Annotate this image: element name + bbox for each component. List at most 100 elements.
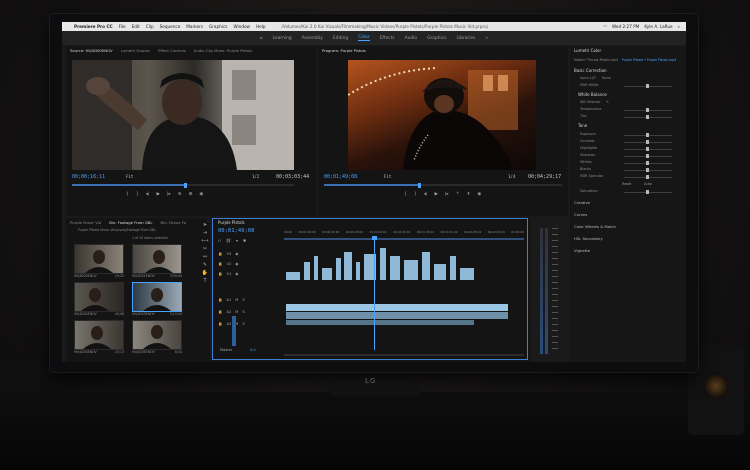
mark-out-icon[interactable]: } [136, 192, 139, 197]
eye-icon[interactable]: ◉ [235, 272, 238, 279]
audio-clip-a2[interactable] [286, 312, 508, 319]
play-icon[interactable]: ▶ [157, 192, 160, 197]
clip-thumbnail-selected[interactable] [132, 282, 182, 312]
tint-knob[interactable] [646, 115, 649, 119]
menu-sequence[interactable]: Sequence [160, 24, 181, 29]
mark-out-icon[interactable]: } [414, 192, 417, 197]
work-area-bar[interactable] [284, 238, 524, 240]
camera-icon[interactable]: ◉ [477, 192, 481, 197]
mark-in-icon[interactable]: { [404, 192, 407, 197]
timeline-playhead[interactable] [374, 238, 375, 350]
audio-clip-a3[interactable] [286, 320, 474, 325]
input-lut-select[interactable]: None [602, 76, 611, 80]
contrast-knob[interactable] [646, 140, 649, 144]
step-forward-icon[interactable]: |▸ [445, 192, 449, 197]
exposure-knob[interactable] [646, 133, 649, 137]
export-frame-icon[interactable]: ◉ [199, 192, 203, 197]
workspace-assembly[interactable]: Assembly [302, 36, 323, 41]
lock-icon[interactable]: 🔒 [218, 262, 222, 269]
clip-thumbnail[interactable] [74, 244, 124, 274]
workspace-audio[interactable]: Audio [405, 36, 417, 41]
clip-thumbnail[interactable] [74, 282, 124, 312]
timeline-track-area[interactable] [284, 236, 524, 352]
video-clip[interactable] [422, 252, 430, 280]
workspace-editing[interactable]: Editing [333, 36, 348, 41]
basic-correction-header[interactable]: Basic Correction [574, 68, 607, 73]
step-back-icon[interactable]: ◂| [424, 192, 428, 197]
pen-tool-icon[interactable]: ✎ [200, 262, 210, 270]
snap-icon[interactable]: ∩ [218, 238, 221, 243]
tab-source[interactable]: Source: 9VJ4D00ENOV [70, 48, 113, 53]
video-clip[interactable] [336, 258, 341, 280]
menu-user[interactable]: Kyle A. LaRue [644, 24, 672, 29]
video-clip[interactable] [344, 252, 352, 280]
curves-section[interactable]: Curves [574, 212, 587, 217]
video-clip[interactable] [450, 256, 456, 280]
lock-icon[interactable]: 🔒 [218, 272, 222, 279]
ripple-edit-icon[interactable]: ⟷ [200, 238, 210, 246]
app-name[interactable]: Premiere Pro CC [74, 24, 113, 29]
menu-clock[interactable]: Wed 2:27 PM [612, 24, 639, 29]
track-label[interactable]: A1 [226, 298, 231, 305]
lumetri-master[interactable]: Master * Purple Pistols.mp4 [574, 58, 618, 62]
track-label[interactable]: V2 [226, 262, 231, 269]
track-select-icon[interactable]: ⇥ [200, 230, 210, 238]
video-clip[interactable] [380, 248, 386, 280]
workspace-libraries[interactable]: Libraries [456, 36, 475, 41]
video-clip[interactable] [286, 272, 300, 280]
video-clip[interactable] [314, 256, 318, 280]
tab-audio-clip-mixer[interactable]: Audio Clip Mixer: Purple Pistols [194, 48, 252, 53]
play-icon[interactable]: ▶ [435, 192, 438, 197]
source-scrubber[interactable] [72, 184, 294, 186]
program-fit-dropdown[interactable]: Fit [384, 174, 391, 179]
clip-thumbnail[interactable] [74, 320, 124, 350]
hsl-secondary-section[interactable]: HSL Secondary [574, 236, 603, 241]
video-clip[interactable] [404, 260, 418, 280]
timeline-ruler[interactable]: 00;00 00;00;16;00 00;00;32;00 00;00;48;00 00… [284, 230, 524, 236]
linked-selection-icon[interactable]: ⛓ [226, 238, 231, 243]
workspace-effects[interactable]: Effects [380, 36, 395, 41]
vignette-section[interactable]: Vignette [574, 248, 590, 253]
source-playhead[interactable] [184, 183, 187, 188]
timeline-zoom-scrollbar[interactable] [284, 354, 524, 356]
wrench-icon[interactable]: ✱ [243, 238, 246, 243]
menu-clip[interactable]: Clip [146, 24, 154, 29]
timeline-timecode[interactable]: 00;01;49;08 [218, 228, 254, 234]
temperature-knob[interactable] [646, 108, 649, 112]
lock-icon[interactable]: 🔒 [218, 322, 222, 329]
playhead-handle[interactable] [372, 236, 377, 240]
lock-icon[interactable]: 🔒 [218, 298, 222, 305]
program-timecode-in[interactable]: 00;01;49;08 [324, 174, 357, 180]
track-label[interactable]: A3 [226, 322, 231, 329]
eye-icon[interactable]: ◉ [235, 252, 238, 259]
lock-icon[interactable]: 🔒 [218, 310, 222, 317]
program-video-frame[interactable] [348, 60, 536, 170]
tab-bin-drone[interactable]: Bin: Drone Fo [160, 220, 186, 225]
program-timecode-out[interactable]: 00;04;29;17 [528, 174, 561, 180]
video-clip[interactable] [434, 264, 446, 280]
master-track-value[interactable]: 0.0 [250, 348, 256, 352]
eyedropper-icon[interactable]: ✎ [606, 100, 609, 104]
step-forward-icon[interactable]: |▸ [167, 192, 171, 197]
program-scale-dropdown[interactable]: 1/4 [508, 174, 515, 179]
hdr-white-knob[interactable] [646, 84, 649, 88]
clip-thumbnail[interactable] [132, 320, 182, 350]
clip-thumbnail[interactable] [132, 244, 182, 274]
mute-icon[interactable]: M [235, 298, 238, 305]
audio-clip-a1[interactable] [286, 304, 508, 311]
step-back-icon[interactable]: ◂| [146, 192, 150, 197]
highlights-knob[interactable] [646, 147, 649, 151]
chevron-right-icon[interactable]: » [485, 36, 488, 41]
lumetri-clip[interactable]: Purple Pistols * Purple Pistols.mp4 [622, 58, 676, 62]
razor-tool-icon[interactable]: ✂ [200, 246, 210, 254]
video-clip[interactable] [304, 262, 310, 280]
blacks-knob[interactable] [646, 168, 649, 172]
hand-tool-icon[interactable]: ✋ [200, 270, 210, 278]
source-scale-dropdown[interactable]: 1/2 [252, 174, 259, 179]
track-label[interactable]: A2 [226, 310, 231, 317]
source-video-frame[interactable] [72, 60, 294, 170]
lock-icon[interactable]: 🔒 [218, 252, 222, 259]
mark-in-icon[interactable]: { [126, 192, 129, 197]
tab-lumetri-scopes[interactable]: Lumetri Scopes [121, 48, 150, 53]
workspace-learning[interactable]: Learning [273, 36, 292, 41]
